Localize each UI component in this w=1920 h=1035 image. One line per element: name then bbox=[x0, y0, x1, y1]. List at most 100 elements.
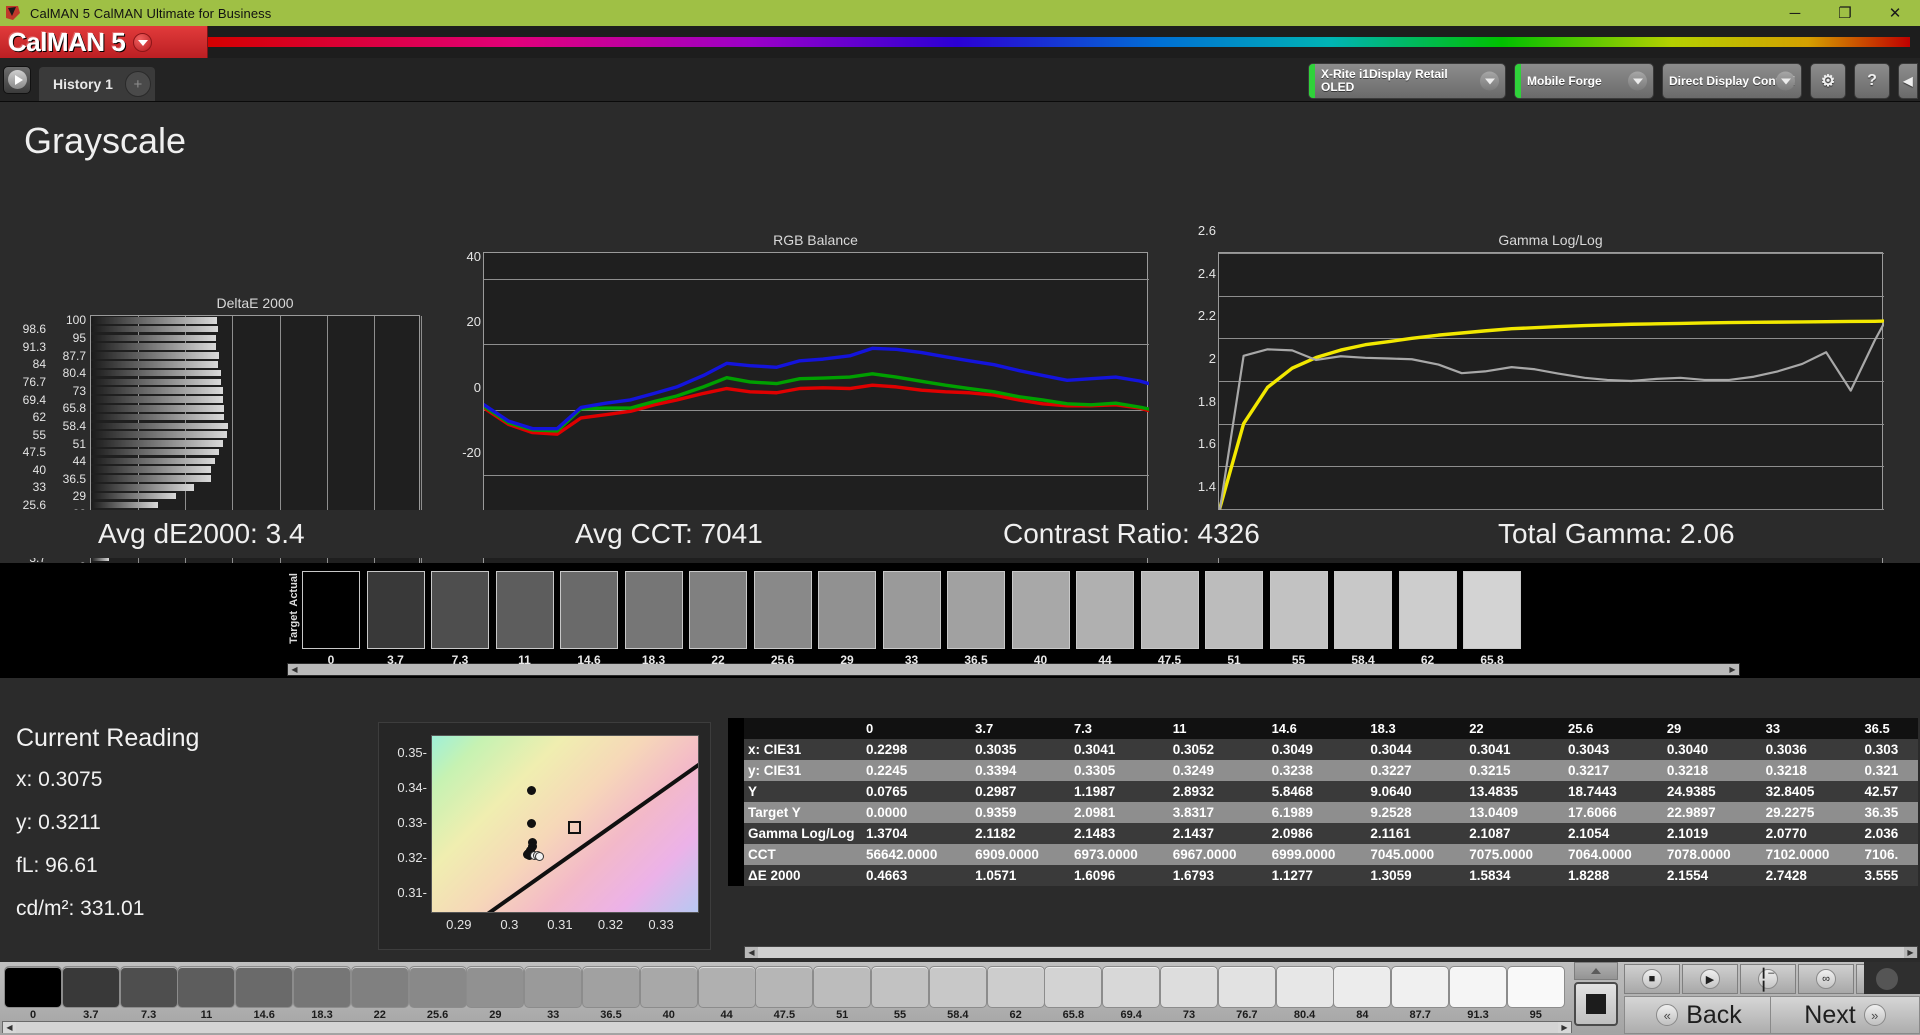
scroll-left-icon[interactable]: ◀ bbox=[288, 664, 301, 675]
chart-y-tick-label: 58.4 bbox=[62, 418, 86, 433]
toolbar: History 1 + X-Rite i1Display Retail OLED… bbox=[0, 58, 1920, 102]
chart-y-tick-label: 2.2 bbox=[1197, 308, 1216, 324]
patch-swatch[interactable] bbox=[1269, 571, 1328, 649]
source-chevron-down-icon[interactable] bbox=[1628, 71, 1647, 91]
bottom-patch-swatch[interactable] bbox=[1275, 966, 1334, 1008]
back-button[interactable]: « Back bbox=[1624, 996, 1774, 1034]
bottom-scroll-right-icon[interactable]: ▶ bbox=[1558, 1021, 1571, 1033]
patch-swatch[interactable] bbox=[1334, 571, 1392, 649]
bottom-patch-swatch[interactable] bbox=[813, 966, 872, 1008]
patch-actual-half bbox=[625, 572, 682, 610]
patch-swatch[interactable] bbox=[689, 571, 747, 649]
bottom-patch-swatch[interactable] bbox=[466, 966, 525, 1008]
bottom-patch-swatch[interactable] bbox=[408, 966, 467, 1008]
table-cell: 0.2298 bbox=[866, 742, 908, 757]
help-button[interactable]: ? bbox=[1854, 63, 1890, 99]
stop-measurement-button[interactable] bbox=[1574, 982, 1618, 1026]
scroll-right-icon[interactable]: ▶ bbox=[1726, 664, 1739, 675]
bottom-patch-swatch[interactable] bbox=[639, 966, 698, 1008]
patch-swatch[interactable] bbox=[947, 571, 1005, 649]
bottom-patch-swatch[interactable] bbox=[1449, 966, 1507, 1008]
table-cell: 6.1989 bbox=[1271, 805, 1313, 820]
patch-swatch[interactable] bbox=[1205, 571, 1263, 649]
bottom-patch-swatch[interactable] bbox=[1506, 966, 1565, 1008]
close-button[interactable]: ✕ bbox=[1870, 0, 1920, 26]
table-scroll-thumb[interactable] bbox=[758, 946, 1904, 958]
display-control-dropdown[interactable]: Direct Display Control bbox=[1662, 63, 1802, 99]
patch-swatch[interactable] bbox=[1463, 571, 1521, 649]
bottom-scroll-thumb[interactable] bbox=[16, 1021, 1558, 1033]
bottom-patch-swatch[interactable] bbox=[928, 966, 987, 1008]
bottom-patch-swatch[interactable] bbox=[871, 966, 929, 1008]
bottom-patch-swatch[interactable] bbox=[1333, 966, 1392, 1008]
collapse-panel-button[interactable]: ◀ bbox=[1898, 63, 1918, 99]
patch-swatch[interactable] bbox=[818, 571, 876, 649]
bottom-patch-swatch[interactable] bbox=[1217, 966, 1276, 1008]
maximize-button[interactable]: ❐ bbox=[1820, 0, 1870, 26]
meter-chevron-down-icon[interactable] bbox=[1480, 71, 1499, 91]
bottom-patch-swatch[interactable] bbox=[119, 966, 178, 1008]
next-button[interactable]: Next » bbox=[1770, 996, 1920, 1034]
bottom-patch-swatch[interactable] bbox=[524, 966, 583, 1008]
workflow-play-button[interactable] bbox=[3, 65, 31, 94]
bottom-patch-swatch[interactable] bbox=[61, 966, 120, 1008]
table-scrollbar[interactable]: ◀ ▶ bbox=[744, 946, 1918, 958]
patch-swatch[interactable] bbox=[1140, 571, 1199, 649]
source-dropdown[interactable]: Mobile Forge bbox=[1514, 63, 1654, 99]
patch-swatch[interactable] bbox=[366, 571, 425, 649]
bottom-patch-swatch[interactable] bbox=[1044, 966, 1103, 1008]
bottom-patch-swatch[interactable] bbox=[697, 966, 756, 1008]
patch-label: 55 bbox=[1291, 653, 1306, 667]
bottom-patch-swatch[interactable] bbox=[350, 966, 409, 1008]
bottom-patch-swatch[interactable] bbox=[4, 966, 62, 1008]
table-header-row: 0 3.7 7.3 11 14.6 18.3 22 25.6 29 33 36.5 bbox=[728, 718, 1918, 739]
patch-swatch[interactable] bbox=[1076, 571, 1134, 649]
bottom-strip-scrollbar[interactable]: ◀ ▶ bbox=[2, 1021, 1572, 1033]
bottom-patch-swatch[interactable] bbox=[1160, 966, 1218, 1008]
patch-swatch[interactable] bbox=[882, 571, 941, 649]
patch-target-half bbox=[690, 610, 746, 648]
patch-swatch[interactable] bbox=[302, 571, 360, 649]
bottom-patch-swatch[interactable] bbox=[293, 966, 351, 1008]
calman-brand-logo[interactable]: CalMAN 5 bbox=[0, 26, 208, 58]
table-column-header: 18.3 bbox=[1366, 718, 1466, 739]
meter-dropdown[interactable]: X-Rite i1Display Retail OLED bbox=[1308, 63, 1506, 99]
chart-y-tick-label: 1.4 bbox=[1197, 479, 1216, 494]
patch-swatch[interactable] bbox=[560, 571, 618, 649]
bottom-patch-swatch[interactable] bbox=[1102, 966, 1161, 1008]
table-cell: 29.2275 bbox=[1765, 805, 1815, 820]
bottom-patch-swatch[interactable] bbox=[235, 966, 294, 1008]
bottom-patch-swatch[interactable] bbox=[986, 966, 1045, 1008]
add-history-tab-button[interactable]: + bbox=[124, 71, 151, 97]
bottom-patch-swatch[interactable] bbox=[177, 966, 236, 1008]
patch-swatch[interactable] bbox=[495, 571, 554, 649]
patch-swatch[interactable] bbox=[624, 571, 683, 649]
table-column-header: 7.3 bbox=[1069, 718, 1169, 739]
table-row-label: Target Y bbox=[748, 805, 801, 820]
bottom-patch-swatch[interactable] bbox=[1391, 966, 1450, 1008]
display-control-chevron-down-icon[interactable] bbox=[1776, 71, 1795, 91]
table-cell: 0.3044 bbox=[1370, 742, 1412, 757]
settings-button[interactable]: ⚙ bbox=[1810, 63, 1846, 99]
minimize-button[interactable]: ─ bbox=[1770, 0, 1820, 26]
transport-step-button[interactable]: ❙–❙ bbox=[1740, 964, 1796, 994]
patch-actual-half bbox=[432, 572, 488, 610]
transport-loop-button[interactable]: ∞ bbox=[1798, 964, 1854, 994]
table-scroll-left-icon[interactable]: ◀ bbox=[745, 946, 758, 958]
eject-icon[interactable] bbox=[1574, 962, 1618, 980]
patch-swatch[interactable] bbox=[431, 571, 489, 649]
transport-play-button[interactable]: ▶ bbox=[1682, 964, 1738, 994]
bottom-patch-swatch[interactable] bbox=[582, 966, 640, 1008]
brand-menu-chevron-down-icon[interactable] bbox=[133, 32, 153, 52]
bottom-scroll-left-icon[interactable]: ◀ bbox=[3, 1021, 16, 1033]
patch-swatch[interactable] bbox=[1011, 571, 1070, 649]
bottom-patch-swatch[interactable] bbox=[755, 966, 814, 1008]
patch-swatch[interactable] bbox=[753, 571, 812, 649]
table-cell: 0.3035 bbox=[975, 742, 1017, 757]
bottom-patch-label: 7.3 bbox=[140, 1009, 157, 1021]
table-scroll-right-icon[interactable]: ▶ bbox=[1904, 946, 1917, 958]
chevron-right-icon: » bbox=[1863, 1004, 1886, 1026]
transport-stop-button[interactable]: ■ bbox=[1624, 964, 1680, 994]
patch-swatch[interactable] bbox=[1398, 571, 1457, 649]
tab-history-1[interactable]: History 1 + bbox=[39, 67, 155, 101]
